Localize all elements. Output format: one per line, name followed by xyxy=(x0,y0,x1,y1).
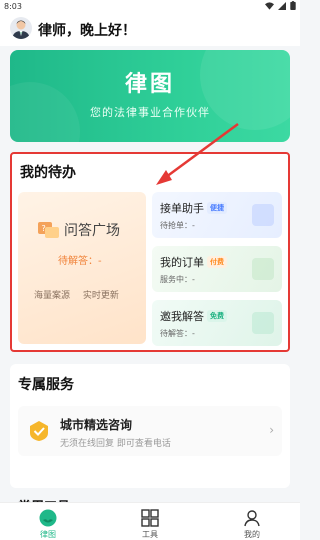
order-assistant-card[interactable]: 接单助手 便捷 待抢单：- xyxy=(152,192,282,238)
item-title: 城市精选咨询 xyxy=(60,418,133,432)
invited-answers-card[interactable]: 邀我解答 免费 待解答：- xyxy=(152,300,282,346)
document-icon xyxy=(252,258,274,280)
battery-icon xyxy=(290,1,296,10)
greeting-text: 律师，晚上好！ xyxy=(38,23,136,39)
svg-text:?: ? xyxy=(42,224,46,233)
signal-icon xyxy=(278,1,286,10)
item-desc: 无须在线回复 即可查看电话 xyxy=(60,439,171,449)
bottom-tab-bar: 律图 工具 我的 xyxy=(0,502,300,540)
qa-square-title: 问答广场 xyxy=(64,223,120,239)
free-badge: 免费 xyxy=(207,310,227,322)
lawyer-avatar-icon xyxy=(12,20,30,39)
card-subtext: 服务中：- xyxy=(160,275,195,284)
status-time: 8:03 xyxy=(4,2,22,11)
section-title: 专属服务 xyxy=(18,377,74,393)
qa-square-card[interactable]: ? 问答广场 待解答：- 海量案源 实时更新 xyxy=(18,192,146,344)
status-bar: 8:03 xyxy=(0,0,300,14)
qa-pending-count: 待解答：- xyxy=(58,256,102,267)
card-subtext: 待解答：- xyxy=(160,329,195,338)
brand-banner[interactable]: 律图 您的法律事业合作伙伴 xyxy=(10,50,290,142)
qa-tag: 海量案源 xyxy=(34,291,71,301)
qa-tags: 海量案源 实时更新 xyxy=(34,288,129,301)
greeting-header: 律师，晚上好！ xyxy=(0,14,300,46)
tab-label: 工具 xyxy=(142,530,158,539)
tab-mine[interactable]: 我的 xyxy=(222,507,282,539)
person-icon xyxy=(244,510,260,527)
tab-label: 律图 xyxy=(40,530,56,539)
city-consult-item[interactable]: 城市精选咨询 无须在线回复 即可查看电话 › xyxy=(18,406,282,456)
paid-badge: 付费 xyxy=(207,256,227,268)
home-icon xyxy=(39,509,57,527)
convenient-badge: 便捷 xyxy=(207,202,227,214)
tab-label: 我的 xyxy=(244,530,260,539)
wifi-icon xyxy=(265,1,274,10)
card-title: 接单助手 xyxy=(160,202,204,215)
banner-subtitle: 您的法律事业合作伙伴 xyxy=(90,106,210,119)
tab-tools[interactable]: 工具 xyxy=(120,507,180,539)
card-title: 邀我解答 xyxy=(160,310,204,323)
banner-title: 律图 xyxy=(124,72,175,97)
exclusive-service-section: 专属服务 城市精选咨询 无须在线回复 即可查看电话 › xyxy=(10,364,290,488)
my-todo-section: 我的待办 ? 问答广场 待解答：- 海量案源 实时更新 接单助手 便捷 待抢单：… xyxy=(10,152,290,352)
card-subtext: 待抢单：- xyxy=(160,221,195,230)
tab-home[interactable]: 律图 xyxy=(18,507,78,539)
chevron-right-icon: › xyxy=(269,423,274,437)
badge-check-icon xyxy=(30,421,48,441)
card-title: 我的订单 xyxy=(160,256,204,269)
qa-chat-icon: ? xyxy=(38,222,59,238)
message-icon xyxy=(252,312,274,334)
status-icons xyxy=(265,1,296,10)
avatar[interactable] xyxy=(10,17,32,39)
section-title: 我的待办 xyxy=(20,165,76,181)
grid-icon xyxy=(141,509,159,527)
clipboard-icon xyxy=(252,204,274,226)
qa-tag: 实时更新 xyxy=(82,291,119,301)
my-orders-card[interactable]: 我的订单 付费 服务中：- xyxy=(152,246,282,292)
